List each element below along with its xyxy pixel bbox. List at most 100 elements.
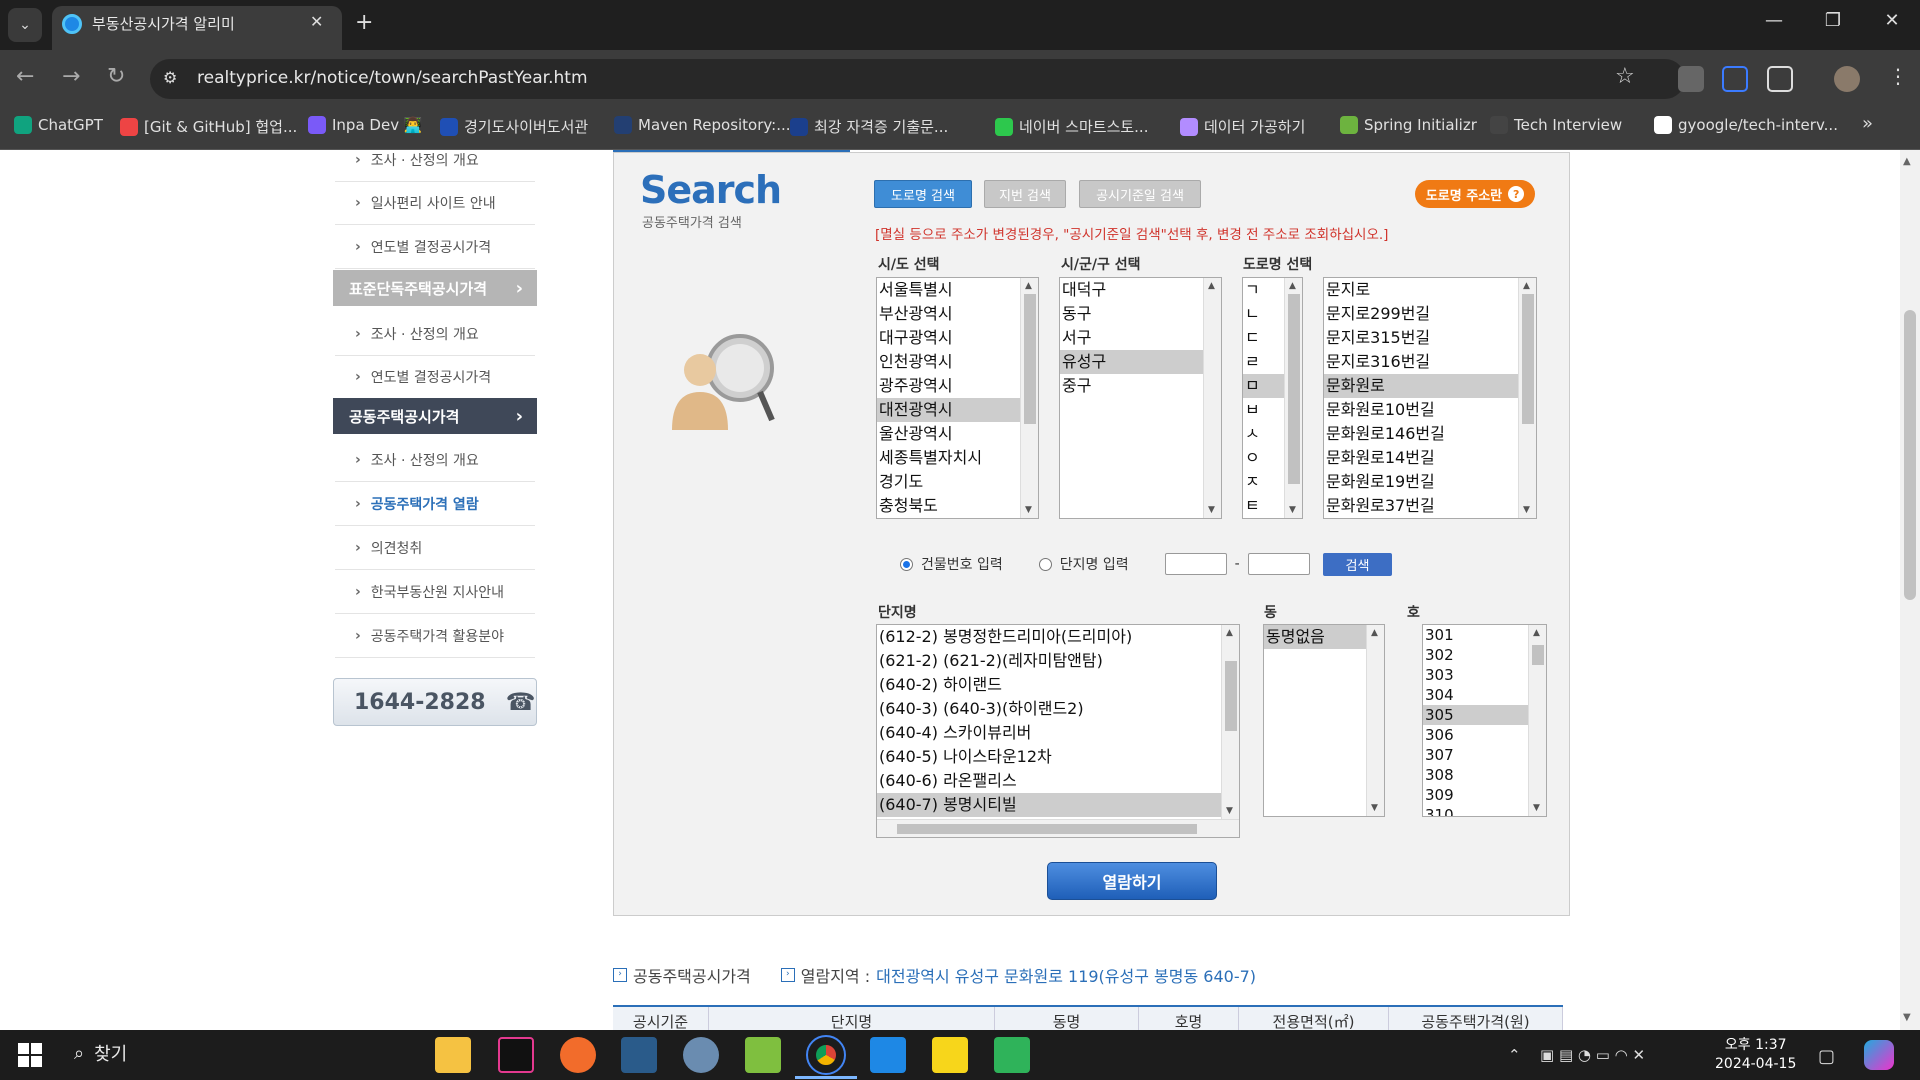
listbox-scrollbar[interactable]: ▲ ▼ <box>1518 278 1536 518</box>
copilot-icon[interactable] <box>1864 1040 1894 1070</box>
sido-option[interactable]: 세종특별자치시 <box>877 446 1038 470</box>
sidebar-item[interactable]: › 조사 · 산정의 개요 <box>335 138 535 182</box>
bookmark-item[interactable]: Tech Interview <box>1490 116 1622 134</box>
complex-option[interactable]: (640-4) 스카이뷰리버 <box>877 721 1239 745</box>
forward-icon[interactable]: → <box>62 64 80 89</box>
media-player-icon[interactable] <box>994 1037 1030 1073</box>
view-button[interactable]: 열람하기 <box>1047 862 1217 900</box>
complex-option[interactable]: (640-6) 라온팰리스 <box>877 769 1239 793</box>
tab-close-icon[interactable]: ✕ <box>310 12 323 31</box>
intellij-icon[interactable] <box>498 1037 534 1073</box>
bookmark-item[interactable]: 경기도사이버도서관 <box>440 116 588 137</box>
scrollbar-thumb[interactable] <box>1532 645 1544 665</box>
bookmark-item[interactable]: 데이터 가공하기 <box>1180 116 1305 137</box>
scroll-down-icon[interactable]: ▼ <box>1226 806 1233 816</box>
horizontal-scrollbar-thumb[interactable] <box>897 824 1197 834</box>
tray-icons[interactable]: ▣ ▤ ◔ ▭ ◠ ✕ <box>1540 1046 1645 1064</box>
sidebar-item[interactable]: › 연도별 결정공시가격 <box>335 225 535 269</box>
scroll-down-icon[interactable]: ▼ <box>1523 505 1530 515</box>
scroll-up-icon[interactable]: ▲ <box>1226 628 1233 638</box>
bookmark-star-icon[interactable]: ☆ <box>1615 64 1635 89</box>
scroll-up-icon[interactable]: ▲ <box>1208 281 1215 291</box>
sidebar-item[interactable]: › 한국부동산원 지사안내 <box>335 570 535 614</box>
site-info-icon[interactable]: ⚙ <box>163 68 177 87</box>
sidebar-item[interactable]: › 조사 · 산정의 개요 <box>335 312 535 356</box>
lot-search-tab[interactable]: 지번 검색 <box>984 180 1066 208</box>
scroll-down-icon[interactable]: ▼ <box>1025 505 1032 515</box>
road-option[interactable]: 문지로316번길 <box>1324 350 1536 374</box>
listbox-scrollbar[interactable]: ▲ ▼ <box>1528 625 1546 816</box>
sido-option[interactable]: 충청북도 <box>877 494 1038 518</box>
sido-option[interactable]: 서울특별시 <box>877 278 1038 302</box>
scroll-up-icon[interactable]: ▲ <box>1025 281 1032 291</box>
road-option[interactable]: 문화원로14번길 <box>1324 446 1536 470</box>
scroll-up-icon[interactable]: ▲ <box>1289 281 1296 291</box>
photos-icon[interactable] <box>745 1037 781 1073</box>
scrollbar-thumb[interactable] <box>1904 310 1916 600</box>
sido-option[interactable]: 대전광역시 <box>877 398 1038 422</box>
extension-icon[interactable] <box>1678 66 1704 92</box>
listbox-scrollbar[interactable]: ▲ ▼ <box>1221 625 1239 819</box>
scrollbar-thumb[interactable] <box>1288 294 1300 484</box>
road-option[interactable]: 문지로299번길 <box>1324 302 1536 326</box>
extension-icon[interactable] <box>1722 66 1748 92</box>
road-address-info-button[interactable]: 도로명 주소란 ? <box>1415 180 1535 208</box>
scroll-down-icon[interactable]: ▼ <box>1533 803 1540 813</box>
taskbar-search[interactable]: ⌕ 찾기 <box>74 1040 127 1066</box>
road-option[interactable]: 문화원로 <box>1324 374 1536 398</box>
road-search-tab[interactable]: 도로명 검색 <box>874 180 972 208</box>
listbox-scrollbar[interactable]: ▲ ▼ <box>1020 278 1038 518</box>
reload-icon[interactable]: ↻ <box>107 64 125 89</box>
complex-name-radio[interactable] <box>1038 557 1052 571</box>
back-icon[interactable]: ← <box>16 64 34 89</box>
windows-start-icon[interactable] <box>18 1043 42 1067</box>
sidebar-item[interactable]: › 일사편리 사이트 안내 <box>335 181 535 225</box>
horizontal-scrollbar[interactable] <box>877 819 1239 837</box>
bookmark-item[interactable]: Spring Initializr <box>1340 116 1477 134</box>
scroll-up-icon[interactable]: ▲ <box>1903 156 1911 167</box>
building-number-main-input[interactable] <box>1164 553 1227 575</box>
sidebar-section-6[interactable]: 공동주택공시가격 › <box>333 398 537 434</box>
url-text[interactable]: realtyprice.kr/notice/town/searchPastYea… <box>197 68 588 88</box>
road-name-listbox[interactable]: 문지로 문지로299번길 문지로315번길 문지로316번길 문화원로 문화원로10번길 문… <box>1323 277 1537 519</box>
sigungu-option[interactable]: 동구 <box>1060 302 1221 326</box>
settings-icon[interactable] <box>683 1037 719 1073</box>
bookmark-item[interactable]: 네이버 스마트스토... <box>995 116 1148 137</box>
road-option[interactable]: 문지로315번길 <box>1324 326 1536 350</box>
listbox-scrollbar[interactable]: ▲ ▼ <box>1203 278 1221 518</box>
scrollbar-thumb[interactable] <box>1024 294 1036 424</box>
complex-option[interactable]: (640-5) 나이스타운12차 <box>877 745 1239 769</box>
complex-option[interactable]: (640-3) (640-3)(하이랜드2) <box>877 697 1239 721</box>
sido-option[interactable]: 부산광역시 <box>877 302 1038 326</box>
sido-option[interactable]: 인천광역시 <box>877 350 1038 374</box>
sidebar-item[interactable]: › 조사 · 산정의 개요 <box>335 438 535 482</box>
dong-listbox[interactable]: 동명없음 ▲ ▼ <box>1263 624 1385 817</box>
scroll-down-icon[interactable]: ▼ <box>1289 505 1296 515</box>
bookmark-item[interactable]: gyoogle/tech-interv... <box>1654 116 1838 134</box>
menu-kebab-icon[interactable]: ⋮ <box>1888 64 1908 88</box>
tray-chevron-icon[interactable]: ⌃ <box>1508 1046 1521 1064</box>
sigungu-option[interactable]: 중구 <box>1060 374 1221 398</box>
bookmark-item[interactable]: [Git & GitHub] 협업... <box>120 116 297 137</box>
sido-listbox[interactable]: 서울특별시 부산광역시 대구광역시 인천광역시 광주광역시 대전광역시 울산광역시 세종특별자… <box>876 277 1039 519</box>
extensions-puzzle-icon[interactable] <box>1767 66 1793 92</box>
scroll-down-icon[interactable]: ▼ <box>1208 505 1215 515</box>
road-option[interactable]: 문화원로19번길 <box>1324 470 1536 494</box>
minimize-button[interactable]: — <box>1754 10 1794 31</box>
sidebar-section-3[interactable]: 표준단독주택공시가격 › <box>333 270 537 306</box>
bookmark-item[interactable]: 최강 자격증 기출문... <box>790 116 948 137</box>
building-search-button[interactable]: 검색 <box>1323 553 1392 576</box>
sigungu-listbox[interactable]: 대덕구 동구 서구 유성구 중구 ▲ ▼ <box>1059 277 1222 519</box>
app-s-icon[interactable] <box>870 1037 906 1073</box>
scrollbar-thumb[interactable] <box>1522 294 1534 424</box>
road-option[interactable]: 문화원로37번길 <box>1324 494 1536 518</box>
new-tab-button[interactable]: + <box>355 10 373 35</box>
profile-avatar[interactable] <box>1834 66 1860 92</box>
sigungu-option[interactable]: 서구 <box>1060 326 1221 350</box>
sido-option[interactable]: 울산광역시 <box>877 422 1038 446</box>
mysql-workbench-icon[interactable] <box>621 1037 657 1073</box>
notification-icon[interactable]: ▢ <box>1818 1046 1835 1067</box>
complex-option[interactable]: (640-2) 하이랜드 <box>877 673 1239 697</box>
initial-consonant-listbox[interactable]: ㄱㄴㄷㄹㅁㅂㅅㅇㅈㅌ ▲ ▼ <box>1242 277 1303 519</box>
complex-option[interactable]: (640-7) 봉명시티빌 <box>877 793 1239 817</box>
